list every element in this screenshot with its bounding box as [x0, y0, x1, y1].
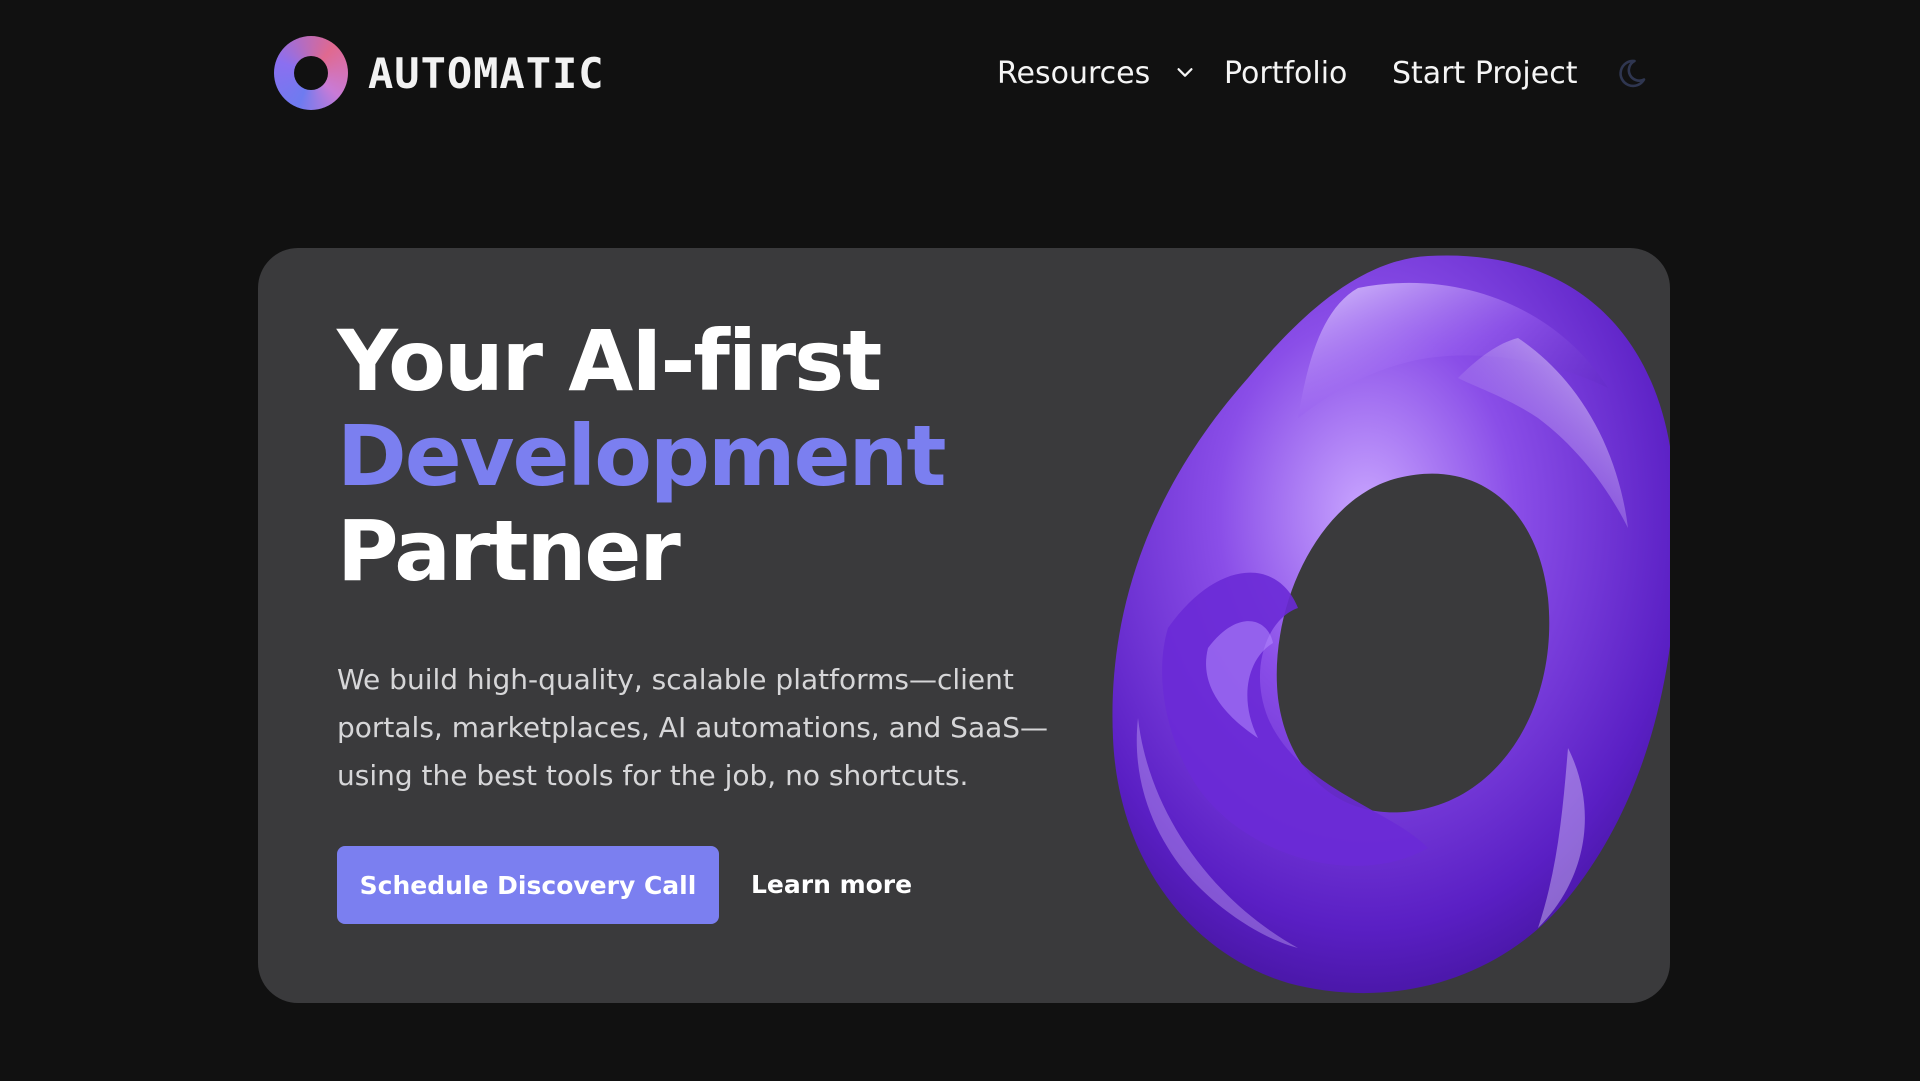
moon-icon[interactable]	[1618, 55, 1654, 91]
site-header: AUTOMATIC Resources Portfolio Start Proj…	[0, 0, 1920, 148]
schedule-discovery-call-button[interactable]: Schedule Discovery Call	[337, 846, 719, 924]
chevron-down-icon	[1177, 67, 1193, 77]
hero-title-line-1: Your AI-first	[337, 312, 882, 410]
hero-card: Your AI-first Development Partner We bui…	[258, 248, 1670, 1003]
nav-item-resources-label: Resources	[997, 56, 1151, 91]
logo[interactable]: AUTOMATIC	[274, 36, 605, 110]
purple-glass-swirl-image	[1112, 255, 1670, 994]
hero-description: We build high-quality, scalable platform…	[337, 663, 1049, 792]
hero-title: Your AI-first Development Partner	[337, 312, 947, 600]
hero-title-accent: Development	[337, 407, 947, 505]
hero-title-line-3: Partner	[337, 502, 681, 600]
learn-more-link[interactable]: Learn more	[751, 846, 912, 924]
brand-name: AUTOMATIC	[368, 48, 605, 98]
nav-item-resources[interactable]: Resources	[997, 50, 1196, 98]
nav-item-portfolio[interactable]: Portfolio	[1224, 50, 1347, 98]
ring-logo-icon	[274, 36, 348, 110]
nav-item-start-project[interactable]: Start Project	[1392, 50, 1577, 98]
